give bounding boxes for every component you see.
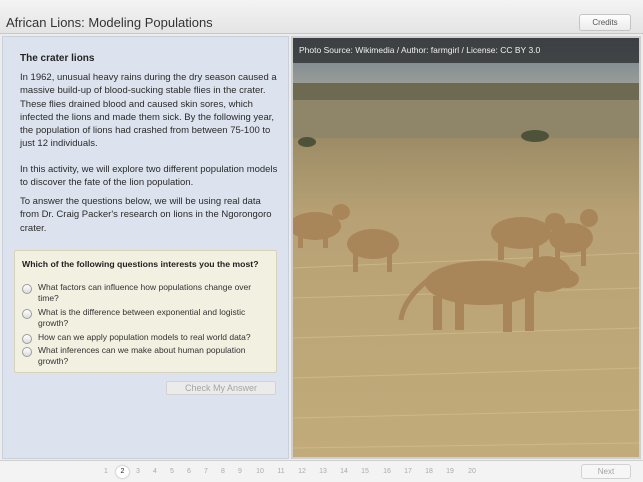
paragraph-activity: In this activity, we will explore two di… (20, 164, 278, 189)
page-13[interactable]: 13 (316, 466, 330, 478)
option-real-world[interactable]: How can we apply population models to re… (22, 332, 272, 344)
page-14[interactable]: 14 (337, 466, 351, 478)
top-bar: African Lions: Modeling Populations Cred… (0, 0, 643, 34)
option-growth-types[interactable]: What is the difference between exponenti… (22, 307, 272, 329)
photo-credit: Photo Source: Wikimedia / Author: farmgi… (293, 38, 639, 63)
option-label: What inferences can we make about human … (38, 345, 246, 366)
page-17[interactable]: 17 (401, 466, 415, 478)
question-box: Which of the following questions interes… (14, 250, 277, 373)
page-2-current[interactable]: 2 (116, 466, 129, 478)
section-title: The crater lions (20, 53, 95, 64)
paragraph-data-source: To answer the questions below, we will b… (20, 196, 272, 234)
page-10[interactable]: 10 (253, 466, 267, 478)
question-prompt: Which of the following questions interes… (22, 259, 259, 269)
credits-button[interactable]: Credits (579, 14, 631, 31)
option-factors[interactable]: What factors can influence how populatio… (22, 282, 272, 304)
option-label: What is the difference between exponenti… (38, 307, 246, 328)
page-15[interactable]: 15 (358, 466, 372, 478)
page-4[interactable]: 4 (148, 466, 162, 478)
lion-photo-illustration (293, 38, 639, 457)
next-button[interactable]: Next (581, 464, 631, 479)
radio-button[interactable] (22, 284, 32, 294)
check-answer-button[interactable]: Check My Answer (166, 381, 276, 395)
app-title: African Lions: Modeling Populations (6, 15, 213, 30)
bottom-nav-bar: 1 2 3 4 5 6 7 8 9 10 11 12 13 14 15 16 1… (0, 460, 643, 482)
page-6[interactable]: 6 (182, 466, 196, 478)
page-1[interactable]: 1 (99, 466, 113, 478)
page-7[interactable]: 7 (199, 466, 213, 478)
page-3[interactable]: 3 (131, 466, 145, 478)
page-5[interactable]: 5 (165, 466, 179, 478)
paragraph-intro: In 1962, unusual heavy rains during the … (20, 72, 277, 150)
option-label: How can we apply population models to re… (38, 332, 251, 342)
page-18[interactable]: 18 (422, 466, 436, 478)
option-label: What factors can influence how populatio… (38, 282, 252, 303)
lion-photo: Photo Source: Wikimedia / Author: farmgi… (291, 36, 641, 459)
page-12[interactable]: 12 (295, 466, 309, 478)
page-9[interactable]: 9 (233, 466, 247, 478)
radio-button[interactable] (22, 334, 32, 344)
radio-button[interactable] (22, 309, 32, 319)
page-20[interactable]: 20 (465, 466, 479, 478)
page-19[interactable]: 19 (443, 466, 457, 478)
page-16[interactable]: 16 (380, 466, 394, 478)
content-panel: The crater lions In 1962, unusual heavy … (2, 36, 289, 459)
option-human-population[interactable]: What inferences can we make about human … (22, 345, 272, 367)
page-8[interactable]: 8 (216, 466, 230, 478)
radio-button[interactable] (22, 347, 32, 357)
page-11[interactable]: 11 (274, 466, 288, 478)
